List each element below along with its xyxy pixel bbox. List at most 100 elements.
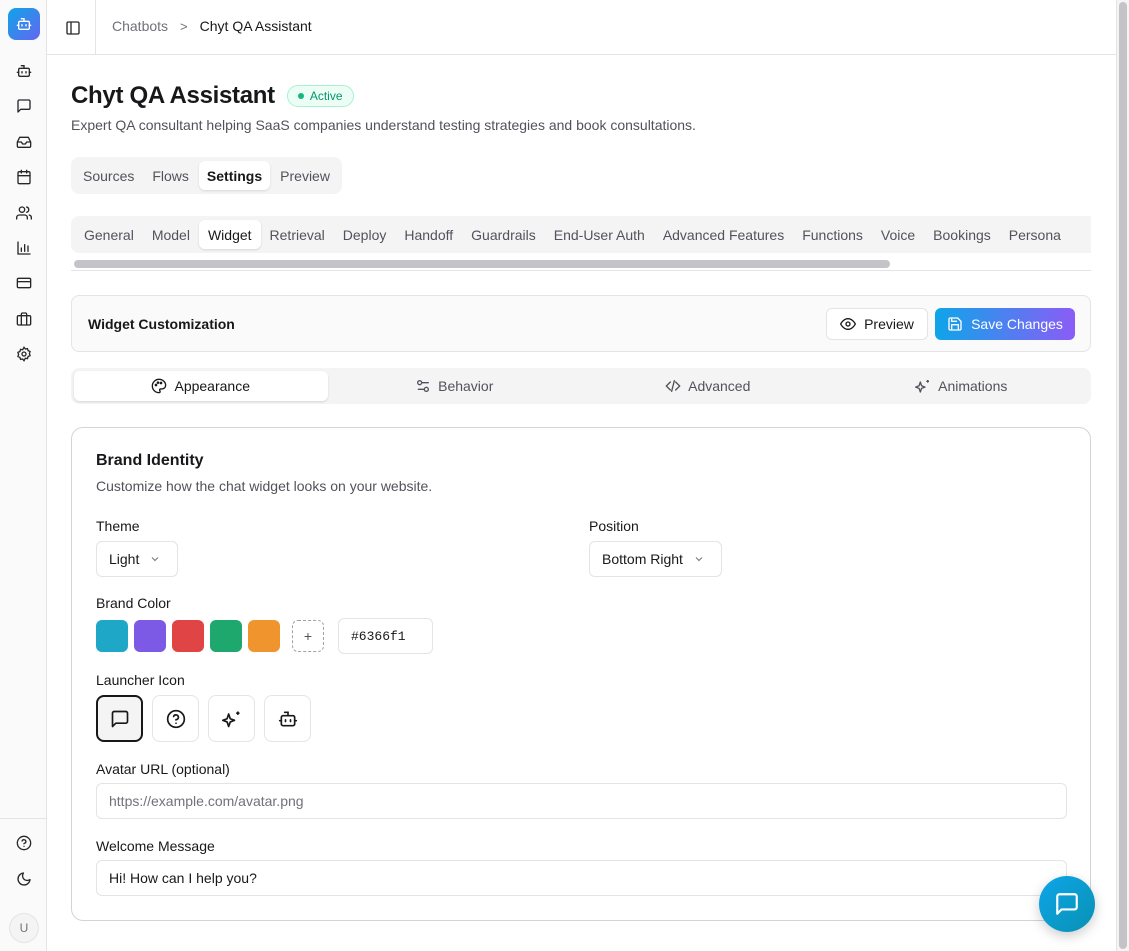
sparkles-icon xyxy=(915,380,930,393)
position-value: Bottom Right xyxy=(602,551,683,567)
preview-button-label: Preview xyxy=(864,316,914,332)
code-icon xyxy=(665,380,681,392)
briefcase-icon xyxy=(16,312,32,326)
launcher-icon-label: Launcher Icon xyxy=(96,672,185,688)
settings-tab-end-user-auth[interactable]: End-User Auth xyxy=(545,220,654,249)
status-dot xyxy=(297,93,304,99)
avatar-url-input[interactable]: https://example.com/avatar.png xyxy=(96,783,1067,819)
settings-tab-widget[interactable]: Widget xyxy=(198,220,261,249)
message-square-icon xyxy=(111,710,128,727)
hex-color-input[interactable]: #6366f1 xyxy=(338,618,433,654)
breadcrumb-separator: > xyxy=(180,18,188,34)
message-square-icon xyxy=(17,99,31,113)
brand-identity-description: Customize how the chat widget looks on y… xyxy=(96,478,433,494)
settings-tabs-container: General Model Widget Retrieval Deploy Ha… xyxy=(71,216,1091,271)
swatch-red[interactable] xyxy=(172,620,204,652)
welcome-message-label: Welcome Message xyxy=(96,838,215,854)
rail-analytics[interactable] xyxy=(12,236,36,260)
rail-users[interactable] xyxy=(12,201,36,225)
bar-chart-icon xyxy=(17,241,31,255)
rail-workspace[interactable] xyxy=(12,307,36,331)
panel-left-icon xyxy=(66,21,80,35)
topbar: Chatbots > Chyt QA Assistant xyxy=(47,0,1116,55)
settings-tab-handoff[interactable]: Handoff xyxy=(395,220,462,249)
breadcrumb-current: Chyt QA Assistant xyxy=(199,18,312,34)
theme-label: Theme xyxy=(96,518,140,534)
launcher-option-bot[interactable] xyxy=(264,695,311,742)
page-description: Expert QA consultant helping SaaS compan… xyxy=(71,117,696,133)
settings-tab-guardrails[interactable]: Guardrails xyxy=(462,220,545,249)
add-color-button[interactable]: + xyxy=(292,620,324,652)
section-tab-label: Behavior xyxy=(438,378,494,394)
rail-divider xyxy=(0,818,46,819)
settings-tab-functions[interactable]: Functions xyxy=(793,220,872,249)
user-avatar[interactable]: U xyxy=(9,913,39,943)
rail-theme-toggle[interactable] xyxy=(12,867,36,891)
inbox-icon xyxy=(16,136,32,148)
chevron-down-icon xyxy=(695,557,703,562)
section-tab-animations[interactable]: Animations xyxy=(835,371,1089,401)
swatch-green[interactable] xyxy=(210,620,242,652)
welcome-message-input[interactable]: Hi! How can I help you? xyxy=(96,860,1067,896)
launcher-option-sparkles[interactable] xyxy=(208,695,255,742)
theme-select[interactable]: Light xyxy=(96,541,178,577)
preview-button[interactable]: Preview xyxy=(826,308,928,340)
rail-chatbots[interactable] xyxy=(12,59,36,83)
settings-tab-bookings[interactable]: Bookings xyxy=(924,220,1000,249)
calendar-icon xyxy=(17,169,31,185)
settings-tab-retrieval[interactable]: Retrieval xyxy=(261,220,334,249)
launcher-option-message[interactable] xyxy=(96,695,143,742)
section-tab-appearance[interactable]: Appearance xyxy=(74,371,328,401)
help-circle-icon xyxy=(16,835,32,851)
rail-help[interactable] xyxy=(12,831,36,855)
tab-sources[interactable]: Sources xyxy=(75,161,142,190)
horizontal-scrollbar-thumb[interactable] xyxy=(74,260,890,268)
launcher-option-help[interactable] xyxy=(152,695,199,742)
swatch-orange[interactable] xyxy=(248,620,280,652)
welcome-message-value: Hi! How can I help you? xyxy=(109,870,257,886)
scrollbar-thumb[interactable] xyxy=(1119,2,1127,949)
section-tabs: Appearance Behavior Advanced Animations xyxy=(71,368,1091,404)
section-tab-advanced[interactable]: Advanced xyxy=(581,371,835,401)
avatar-url-placeholder: https://example.com/avatar.png xyxy=(109,793,304,809)
status-badge: Active xyxy=(286,85,354,107)
rail-settings[interactable] xyxy=(12,342,36,366)
settings-tab-persona[interactable]: Persona xyxy=(1000,220,1070,249)
bot-icon xyxy=(278,711,297,726)
settings-tab-voice[interactable]: Voice xyxy=(872,220,924,249)
rail-calendar[interactable] xyxy=(12,165,36,189)
section-tab-label: Advanced xyxy=(688,378,751,394)
rail-conversations[interactable] xyxy=(12,94,36,118)
brand-identity-card: Brand Identity Customize how the chat wi… xyxy=(71,427,1091,921)
rail-inbox[interactable] xyxy=(12,130,36,154)
tab-flows[interactable]: Flows xyxy=(144,161,197,190)
section-tab-behavior[interactable]: Behavior xyxy=(328,371,582,401)
chat-launcher-button[interactable] xyxy=(1039,876,1095,932)
app-logo[interactable] xyxy=(8,8,40,40)
settings-tab-model[interactable]: Model xyxy=(143,220,199,249)
vertical-scrollbar[interactable] xyxy=(1116,0,1129,951)
tab-settings[interactable]: Settings xyxy=(198,161,271,190)
credit-card-icon xyxy=(16,277,32,289)
breadcrumb-chatbots[interactable]: Chatbots xyxy=(112,18,168,34)
tab-preview[interactable]: Preview xyxy=(272,161,338,190)
sidebar-toggle[interactable] xyxy=(61,16,85,40)
position-select[interactable]: Bottom Right xyxy=(589,541,722,577)
bot-icon xyxy=(16,18,32,30)
settings-tab-advanced-features[interactable]: Advanced Features xyxy=(654,220,793,249)
settings-tab-general[interactable]: General xyxy=(75,220,143,249)
swatch-purple[interactable] xyxy=(134,620,166,652)
save-button-label: Save Changes xyxy=(971,316,1063,332)
widget-customization-header: Widget Customization Preview Save Change… xyxy=(71,295,1091,352)
sliders-icon xyxy=(417,380,430,392)
swatch-cyan[interactable] xyxy=(96,620,128,652)
save-changes-button[interactable]: Save Changes xyxy=(935,308,1075,340)
settings-tab-deploy[interactable]: Deploy xyxy=(334,220,396,249)
status-label: Active xyxy=(309,89,343,103)
chevron-down-icon xyxy=(152,557,159,562)
rail-billing[interactable] xyxy=(12,271,36,295)
title-row: Chyt QA Assistant Active xyxy=(71,82,354,110)
avatar-url-label: Avatar URL (optional) xyxy=(96,761,230,777)
topbar-divider xyxy=(95,0,96,54)
section-tab-label: Animations xyxy=(938,378,1008,394)
